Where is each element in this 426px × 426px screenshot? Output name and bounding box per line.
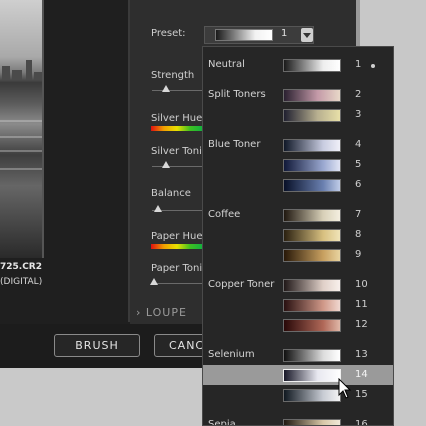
preset-swatch bbox=[283, 249, 341, 262]
preset-number: 6 bbox=[355, 179, 362, 190]
silver-hue-label: Silver Hue bbox=[151, 113, 203, 124]
balance-label: Balance bbox=[151, 188, 191, 199]
loupe-section-toggle[interactable]: › LOUPE bbox=[136, 306, 187, 319]
preset-swatch bbox=[283, 159, 341, 172]
photo-border bbox=[42, 0, 44, 258]
preset-number: 2 bbox=[355, 89, 362, 100]
paper-toning-label: Paper Toni bbox=[151, 263, 203, 274]
silver-toning-slider[interactable] bbox=[152, 166, 204, 167]
preset-swatch bbox=[283, 59, 341, 72]
preset-option-2[interactable]: 2 bbox=[203, 85, 393, 105]
preset-number: 8 bbox=[355, 229, 362, 240]
preset-swatch bbox=[283, 279, 341, 292]
preset-dropdown-list: Neutral 1 Split Toners 2 3 Blue Toner 4 5 6 Coffe… bbox=[202, 46, 394, 426]
preset-swatch bbox=[283, 369, 341, 382]
photo-building bbox=[34, 72, 42, 80]
preset-swatch bbox=[283, 389, 341, 402]
paper-hue-label: Paper Hue bbox=[151, 231, 203, 242]
preset-option-7[interactable]: 7 bbox=[203, 205, 393, 225]
preset-option-11[interactable]: 11 bbox=[203, 295, 393, 315]
silver-hue-slider[interactable] bbox=[151, 126, 203, 131]
preset-swatch bbox=[283, 299, 341, 312]
preset-number: 14 bbox=[355, 369, 368, 380]
preset-number: 1 bbox=[355, 59, 362, 70]
preset-number: 16 bbox=[355, 419, 368, 426]
preset-swatch bbox=[283, 319, 341, 332]
preset-option-1[interactable]: 1 bbox=[203, 55, 393, 75]
preset-swatch bbox=[283, 209, 341, 222]
preset-number: 12 bbox=[355, 319, 368, 330]
balance-slider-thumb[interactable] bbox=[154, 205, 162, 212]
preset-option-9[interactable]: 9 bbox=[203, 245, 393, 265]
preset-number: 15 bbox=[355, 389, 368, 400]
mouse-cursor-icon bbox=[338, 378, 352, 399]
preset-option-14[interactable]: 14 bbox=[203, 365, 393, 385]
silver-toning-slider-thumb[interactable] bbox=[162, 161, 170, 168]
preset-number: 9 bbox=[355, 249, 362, 260]
chevron-down-icon[interactable] bbox=[301, 28, 313, 42]
preset-swatch bbox=[283, 89, 341, 102]
preset-swatch bbox=[283, 139, 341, 152]
loupe-label: LOUPE bbox=[145, 306, 187, 319]
preset-swatch bbox=[283, 109, 341, 122]
preset-swatch bbox=[283, 229, 341, 242]
preset-option-10[interactable]: 10 bbox=[203, 275, 393, 295]
preset-number: 10 bbox=[355, 279, 368, 290]
preset-number: 4 bbox=[355, 139, 362, 150]
paper-toning-slider[interactable] bbox=[152, 283, 204, 284]
preset-number: 11 bbox=[355, 299, 368, 310]
preset-option-3[interactable]: 3 bbox=[203, 105, 393, 125]
photo-building bbox=[2, 66, 10, 80]
preset-swatch bbox=[283, 349, 341, 362]
preset-option-16[interactable]: 16 bbox=[203, 415, 393, 426]
preset-number: 7 bbox=[355, 209, 362, 220]
photo-water-ripple bbox=[0, 136, 42, 138]
selected-dot-icon bbox=[371, 64, 375, 68]
photo-filename: 725.CR2 bbox=[0, 262, 43, 272]
brush-button[interactable]: BRUSH bbox=[54, 334, 140, 357]
photo-preview bbox=[0, 0, 42, 258]
preset-option-12[interactable]: 12 bbox=[203, 315, 393, 335]
photo-building bbox=[26, 60, 32, 80]
preset-swatch bbox=[283, 419, 341, 425]
strength-slider[interactable] bbox=[152, 90, 204, 91]
silver-toning-label: Silver Toni bbox=[151, 146, 202, 157]
preset-swatch bbox=[215, 29, 273, 41]
photo-water-ripple bbox=[0, 120, 42, 122]
preset-option-8[interactable]: 8 bbox=[203, 225, 393, 245]
preset-number: 5 bbox=[355, 159, 362, 170]
preset-option-15[interactable]: 15 bbox=[203, 385, 393, 405]
preset-option-6[interactable]: 6 bbox=[203, 175, 393, 195]
preset-number: 3 bbox=[355, 109, 362, 120]
preset-option-13[interactable]: 13 bbox=[203, 345, 393, 365]
photo-water-ripple bbox=[0, 168, 42, 170]
preset-number: 13 bbox=[355, 349, 368, 360]
strength-label: Strength bbox=[151, 70, 195, 81]
chevron-right-icon: › bbox=[136, 306, 142, 319]
preset-label: Preset: bbox=[151, 28, 186, 39]
photo-type: (DIGITAL) bbox=[0, 277, 43, 287]
preset-option-5[interactable]: 5 bbox=[203, 155, 393, 175]
paper-toning-slider-thumb[interactable] bbox=[150, 278, 158, 285]
preset-dropdown[interactable]: 1 bbox=[204, 26, 314, 44]
strength-slider-thumb[interactable] bbox=[162, 85, 170, 92]
photo-building bbox=[12, 70, 22, 80]
preset-value: 1 bbox=[281, 28, 288, 39]
paper-hue-slider[interactable] bbox=[151, 244, 203, 249]
preset-option-4[interactable]: 4 bbox=[203, 135, 393, 155]
photo-water-ripple bbox=[0, 150, 42, 152]
preset-swatch bbox=[283, 179, 341, 192]
